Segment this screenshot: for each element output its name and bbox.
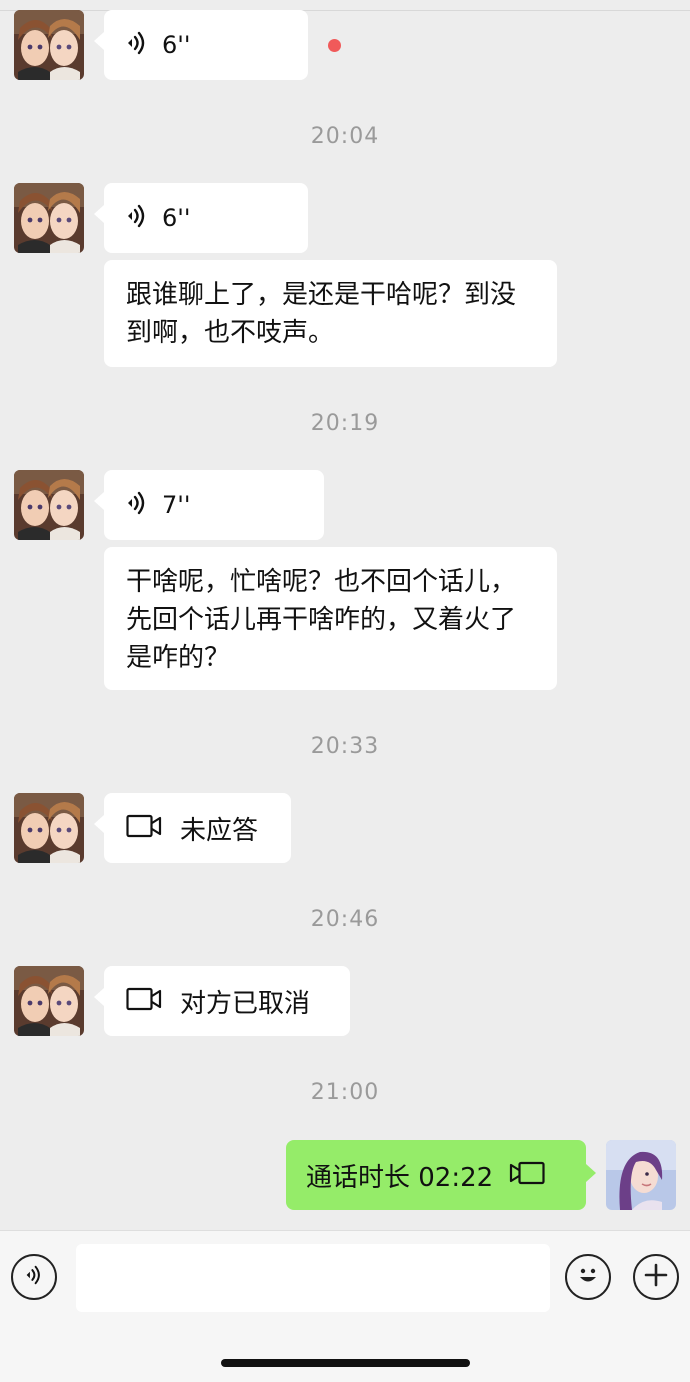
message-text: 跟谁聊上了，是还是干哈呢？到没到啊，也不吱声。 bbox=[126, 280, 517, 348]
voice-message[interactable]: 7'' bbox=[94, 470, 324, 540]
voice-toggle-icon bbox=[25, 1264, 43, 1290]
call-duration: 通话时长 02:22 bbox=[306, 1162, 494, 1193]
contact-avatar[interactable] bbox=[14, 793, 84, 863]
voice-duration: 6'' bbox=[162, 204, 191, 232]
video-call-message[interactable]: 未应答 bbox=[94, 793, 291, 863]
voice-icon bbox=[126, 30, 148, 60]
plus-icon bbox=[643, 1262, 669, 1292]
timestamp: 21:00 bbox=[310, 1080, 380, 1105]
unread-dot bbox=[328, 39, 341, 52]
voice-icon bbox=[126, 203, 148, 233]
my-video-call-message[interactable]: 通话时长 02:22 bbox=[286, 1140, 596, 1210]
emoji-icon bbox=[573, 1260, 603, 1294]
contact-avatar[interactable] bbox=[14, 470, 84, 540]
voice-message[interactable]: 6'' bbox=[94, 183, 308, 253]
plus-button[interactable] bbox=[633, 1254, 679, 1300]
video-camera-icon bbox=[126, 987, 162, 1015]
timestamp: 20:46 bbox=[310, 907, 380, 932]
call-status: 未应答 bbox=[180, 815, 259, 846]
text-message[interactable]: 干啥呢，忙啥呢？也不回个话儿，先回个话儿再干啥咋的，又着火了是咋的？ bbox=[104, 547, 557, 690]
voice-message[interactable]: 6'' bbox=[94, 10, 308, 80]
contact-avatar[interactable] bbox=[14, 10, 84, 80]
contact-avatar[interactable] bbox=[14, 966, 84, 1036]
video-camera-icon bbox=[509, 1161, 545, 1189]
voice-icon bbox=[126, 490, 148, 520]
my-avatar[interactable] bbox=[606, 1140, 676, 1210]
message-input[interactable] bbox=[76, 1244, 550, 1312]
contact-avatar[interactable] bbox=[14, 183, 84, 253]
voice-toggle-button[interactable] bbox=[11, 1254, 57, 1300]
chat-area[interactable]: 6'' 20:04 6'' 跟谁聊上了，是还是干哈呢？到没到啊，也不吱声。 20… bbox=[0, 0, 690, 1230]
home-indicator[interactable] bbox=[221, 1359, 470, 1367]
timestamp: 20:04 bbox=[310, 124, 380, 149]
emoji-button[interactable] bbox=[565, 1254, 611, 1300]
message-text: 干啥呢，忙啥呢？也不回个话儿，先回个话儿再干啥咋的，又着火了是咋的？ bbox=[126, 567, 517, 673]
video-call-message[interactable]: 对方已取消 bbox=[94, 966, 350, 1036]
voice-duration: 6'' bbox=[162, 31, 191, 59]
timestamp: 20:19 bbox=[310, 411, 380, 436]
top-divider bbox=[0, 10, 690, 11]
video-camera-icon bbox=[126, 814, 162, 842]
timestamp: 20:33 bbox=[310, 734, 380, 759]
voice-duration: 7'' bbox=[162, 491, 191, 519]
call-status: 对方已取消 bbox=[180, 988, 311, 1019]
text-message[interactable]: 跟谁聊上了，是还是干哈呢？到没到啊，也不吱声。 bbox=[104, 260, 557, 367]
